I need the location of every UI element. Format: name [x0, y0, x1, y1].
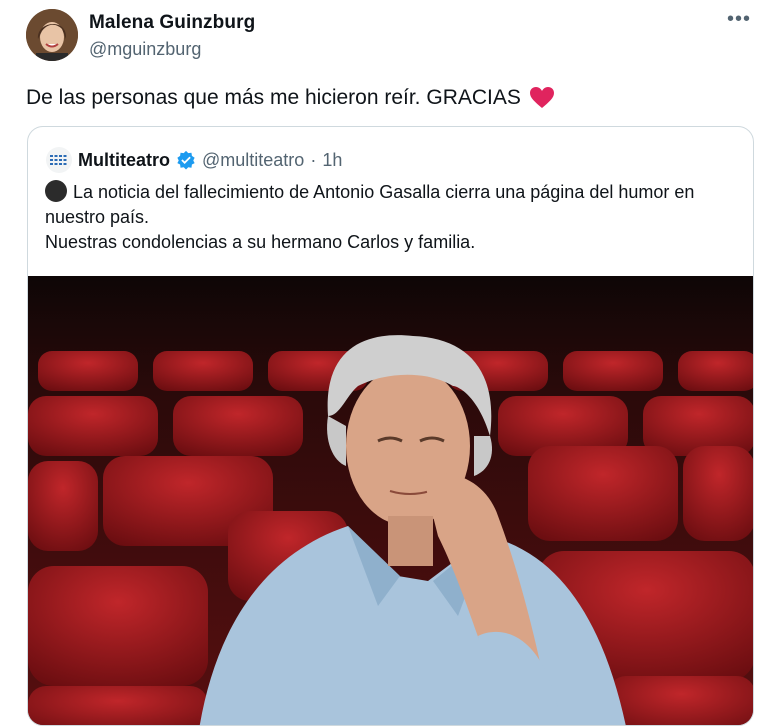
- red-heart-icon: [529, 87, 554, 108]
- author-avatar[interactable]: [26, 9, 78, 61]
- multiteatro-logo-icon[interactable]: [46, 147, 72, 173]
- quoted-header: Multiteatro @multiteatro · 1h: [46, 147, 342, 173]
- quoted-author-name[interactable]: Multiteatro: [78, 150, 170, 171]
- author-handle[interactable]: @mguinzburg: [89, 39, 201, 60]
- quoted-tweet[interactable]: Multiteatro @multiteatro · 1h La noticia…: [27, 126, 754, 726]
- author-name[interactable]: Malena Guinzburg: [89, 12, 255, 34]
- tweet-text-row: De las personas que más me hicieron reír…: [26, 86, 555, 110]
- more-options-icon[interactable]: •••: [727, 8, 751, 31]
- quoted-text-line1: La noticia del fallecimiento de Antonio …: [45, 182, 695, 227]
- avatar-image: [26, 9, 78, 61]
- quoted-photo[interactable]: [28, 276, 753, 725]
- quoted-separator: ·: [310, 149, 317, 170]
- quoted-text-line2: Nuestras condolencias a su hermano Carlo…: [45, 232, 476, 252]
- theater-photo-image: [28, 276, 753, 725]
- quoted-text: La noticia del fallecimiento de Antonio …: [45, 180, 745, 255]
- verified-badge-icon: [177, 150, 195, 170]
- quoted-timestamp[interactable]: 1h: [322, 150, 342, 171]
- black-circle-icon: [45, 180, 67, 202]
- tweet-text: De las personas que más me hicieron reír…: [26, 86, 521, 109]
- quoted-author-handle[interactable]: @multiteatro: [202, 150, 304, 171]
